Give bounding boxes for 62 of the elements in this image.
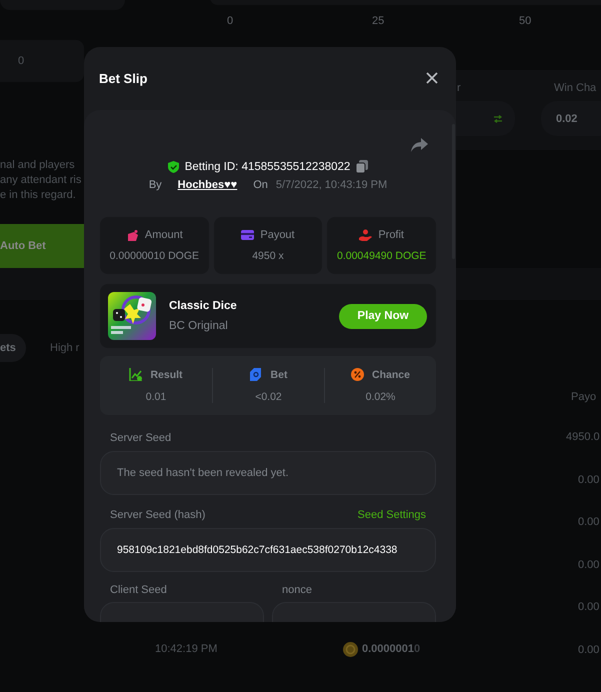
result-value: 0.01 [146, 391, 166, 403]
card-icon [241, 229, 254, 241]
stat-label: Payout [260, 229, 295, 241]
coin-icon [343, 642, 358, 657]
tab[interactable]: ets [0, 334, 26, 362]
on-label: On [253, 179, 268, 191]
result-value: <0.02 [255, 391, 282, 403]
by-label: By [148, 179, 162, 191]
game-title: Classic Dice [169, 300, 238, 312]
input-field[interactable]: 958109c1821ebd8fd0525b62c7cf631aec538f0270b12c4338 [100, 528, 436, 572]
seed-settings-link[interactable]: Seed Settings [358, 509, 426, 521]
field-label: Server Seed (hash) [109, 509, 206, 521]
game-provider: BC Original [169, 320, 229, 332]
input-field[interactable] [456, 101, 515, 136]
axis-label: 0 [227, 15, 234, 27]
table-cell: 0.00 [578, 558, 600, 570]
value-text: 0 [18, 55, 24, 67]
stat-value: 0.00000010 DOGE [110, 250, 199, 262]
field-label: Client Seed [109, 584, 167, 596]
stat-label: Amount [144, 229, 183, 241]
stat-value: 4950 x [252, 250, 284, 262]
modal-title: Bet Slip [99, 70, 148, 86]
table-cell: 0.00 [578, 516, 600, 528]
hand-icon [359, 229, 372, 241]
user-link[interactable]: Hochbes♥♥ [178, 179, 238, 191]
table-cell: 0.00 [578, 474, 600, 486]
shield-icon [168, 160, 179, 172]
field-label: Win Cha [554, 82, 596, 94]
column-header: Payo [571, 391, 596, 403]
percent-icon [351, 368, 364, 381]
result-label: Chance [372, 368, 410, 380]
table-cell: 0.00 [578, 644, 600, 656]
betting-id: Betting ID: 41585535512238022 [184, 160, 350, 172]
field-label: Server Seed [109, 432, 172, 444]
field-label: r [457, 82, 461, 94]
notice-text: e in this regard. [0, 189, 76, 201]
table-cell: 0.00 [578, 601, 600, 613]
result-label: Result [150, 368, 183, 380]
stat-value: 0.00049490 DOGE [337, 250, 426, 262]
tag-icon [250, 368, 263, 381]
close-icon[interactable] [426, 72, 438, 84]
notice-text: any attendant ris [0, 174, 82, 186]
play-now-button[interactable]: Play Now [339, 304, 427, 328]
date-text: 5/7/2022, 10:43:19 PM [276, 179, 388, 191]
auto-bet-button[interactable]: Auto Bet [0, 224, 84, 268]
input-field[interactable]: 0.02 [541, 101, 601, 136]
axis-label: 25 [372, 15, 384, 27]
chart-icon [129, 368, 142, 381]
input-field[interactable]: The seed hasn't been revealed yet. [100, 451, 436, 495]
table-cell: 4950.0 [566, 431, 600, 443]
swap-icon [492, 114, 502, 122]
money-icon [126, 229, 139, 241]
tab[interactable]: High r [42, 334, 88, 362]
axis-label: 50 [519, 15, 532, 27]
field-label: nonce [281, 584, 312, 596]
copy-icon[interactable] [356, 160, 368, 173]
share-icon[interactable] [411, 138, 428, 152]
result-value: 0.02% [366, 391, 396, 403]
table-cell: 10:42:19 PM [155, 643, 218, 655]
notice-text: nal and players [0, 159, 75, 171]
stat-label: Profit [378, 229, 404, 241]
result-label: Bet [270, 368, 288, 380]
